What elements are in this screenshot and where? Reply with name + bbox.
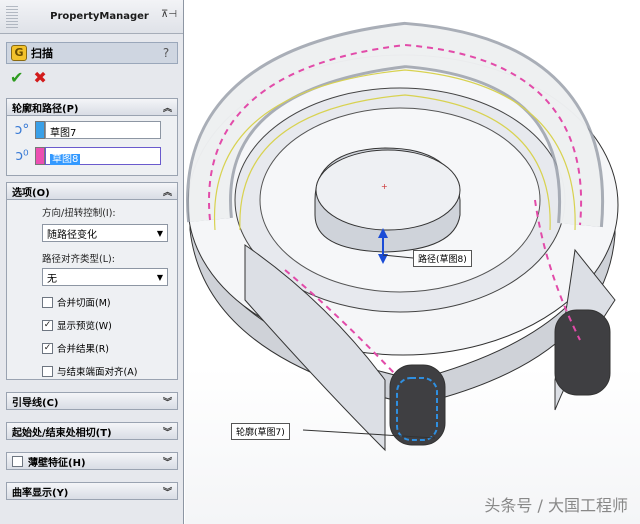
feature-title: 扫描 [31, 47, 53, 60]
ok-button[interactable]: ✔ [10, 68, 23, 87]
align-end-faces-label: 与结束端面对齐(A) [57, 367, 138, 378]
show-preview-checkbox-row[interactable]: ✓ 显示预览(W) [42, 318, 112, 332]
orientation-value: 随路径变化 [47, 229, 97, 241]
panel-header: PropertyManager ⊼⊣ [0, 0, 183, 34]
profile-swatch [35, 121, 45, 139]
path-align-dropdown[interactable]: 无 ▼ [42, 268, 168, 286]
graphics-viewport[interactable]: + 路径(草图8) 轮廓(草图7) 头条号 / 大国工程师 [185, 0, 640, 524]
group-thin-feature-label: 薄壁特征(H) [28, 457, 86, 469]
chevron-up-icon[interactable]: ︽ [163, 101, 172, 114]
group-thin-feature-header[interactable]: 薄壁特征(H) ︾ [6, 452, 178, 470]
chevron-down-icon: ▼ [156, 272, 163, 282]
group-profile-path-header[interactable]: 轮廓和路径(P) ︽ [6, 98, 178, 116]
leg-right-end [554, 309, 611, 396]
path-icon: ↄ⁰ [15, 148, 29, 164]
merge-result-label: 合并结果(R) [57, 344, 110, 355]
group-tangency-header[interactable]: 起始处/结束处相切(T) ︾ [6, 422, 178, 440]
boss-top [315, 149, 461, 231]
merge-tangent-label: 合并切面(M) [57, 298, 111, 309]
pin-icon[interactable]: ⊼⊣ [151, 9, 177, 23]
merge-result-checkbox[interactable]: ✓ [42, 342, 53, 354]
path-swatch [35, 147, 45, 165]
chevron-down-icon[interactable]: ︾ [163, 425, 172, 438]
group-curvature-header[interactable]: 曲率显示(Y) ︾ [6, 482, 178, 500]
show-preview-label: 显示预览(W) [57, 321, 112, 332]
watermark: 头条号 / 大国工程师 [484, 496, 628, 515]
path-select-field[interactable]: 草图8 [45, 147, 161, 165]
group-options-label: 选项(O) [12, 187, 50, 199]
group-tangency-label: 起始处/结束处相切(T) [12, 427, 112, 439]
align-end-faces-checkbox[interactable] [42, 365, 53, 377]
path-callout[interactable]: 路径(草图8) [413, 250, 472, 267]
thin-feature-checkbox[interactable] [12, 455, 23, 467]
feature-title-bar: G 扫描 ? [6, 42, 178, 64]
sweep-icon: G [11, 45, 27, 61]
property-manager-panel: PropertyManager ⊼⊣ G 扫描 ? ✔ ✖ 轮廓和路径(P) ︽… [0, 0, 184, 524]
chevron-down-icon[interactable]: ︾ [163, 395, 172, 408]
cancel-button[interactable]: ✖ [33, 68, 46, 87]
path-align-label: 路径对齐类型(L): [42, 254, 115, 265]
orientation-dropdown[interactable]: 随路径变化 ▼ [42, 224, 168, 242]
chevron-down-icon[interactable]: ︾ [163, 485, 172, 498]
orientation-label: 方向/扭转控制(I): [42, 208, 116, 219]
group-profile-path-label: 轮廓和路径(P) [12, 103, 79, 115]
group-guide-curves-header[interactable]: 引导线(C) ︾ [6, 392, 178, 410]
merge-result-checkbox-row[interactable]: ✓ 合并结果(R) [42, 341, 109, 355]
profile-select-field[interactable]: 草图7 [45, 121, 161, 139]
chevron-up-icon[interactable]: ︽ [163, 185, 172, 198]
merge-tangent-checkbox[interactable] [42, 296, 53, 308]
chevron-down-icon: ▼ [156, 228, 163, 238]
path-align-value: 无 [47, 273, 57, 285]
path-value: 草图8 [50, 154, 81, 165]
group-curvature-label: 曲率显示(Y) [12, 487, 69, 499]
profile-callout[interactable]: 轮廓(草图7) [231, 423, 290, 440]
group-options-header[interactable]: 选项(O) ︽ [6, 182, 178, 200]
align-end-faces-checkbox-row[interactable]: 与结束端面对齐(A) [42, 364, 137, 378]
help-icon[interactable]: ? [159, 46, 173, 60]
group-guide-curves-label: 引导线(C) [12, 397, 59, 409]
chevron-down-icon[interactable]: ︾ [163, 455, 172, 468]
panel-grip[interactable] [6, 5, 18, 28]
profile-icon: ↄ° [14, 122, 30, 138]
group-profile-path-body: ↄ° 草图7 ↄ⁰ 草图8 [6, 116, 178, 176]
merge-tangent-checkbox-row[interactable]: 合并切面(M) [42, 295, 111, 309]
profile-value: 草图7 [50, 128, 77, 139]
origin-mark: + [381, 182, 388, 191]
show-preview-checkbox[interactable]: ✓ [42, 319, 53, 331]
